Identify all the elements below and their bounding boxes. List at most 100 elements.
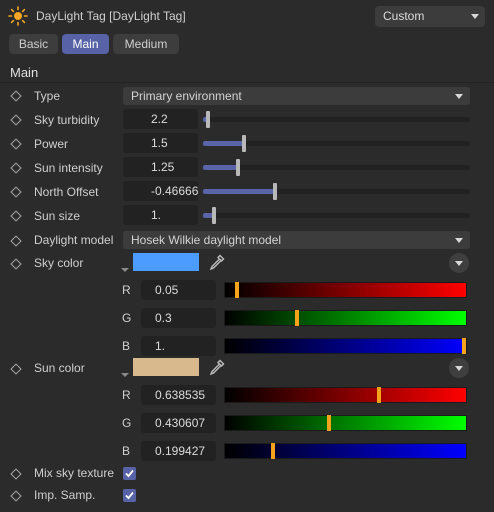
north-offset-field[interactable]: -0.466667 [123,181,198,201]
sun-intensity-field[interactable]: 1.25 [123,157,198,177]
sky-color-swatch[interactable] [133,253,199,271]
sun-size-field[interactable]: 1. [123,205,198,225]
power-slider[interactable] [203,135,470,152]
sun-g-gradient-slider[interactable] [224,415,467,431]
slider-fill [203,189,275,194]
sun-color-label: Sun color [34,361,85,375]
slider-handle[interactable] [462,338,466,354]
keyframe-diamond-icon[interactable] [10,162,22,174]
slider-handle[interactable] [212,207,216,224]
slider-fill [203,141,244,146]
sky-b-field[interactable]: 1. [141,336,216,356]
sky-r-gradient-slider[interactable] [224,282,467,298]
chevron-down-icon [455,261,463,266]
slider-handle[interactable] [295,310,299,326]
chevron-down-icon [455,366,463,371]
slider-handle[interactable] [273,183,277,200]
sun-r-gradient-slider[interactable] [224,387,467,403]
power-field[interactable]: 1.5 [123,133,198,153]
sun-b-field[interactable]: 0.199427 [141,441,216,461]
sky-color-expand-icon[interactable] [120,262,130,272]
checkmark-icon [125,469,134,478]
sun-r-value: 0.638535 [155,388,206,402]
slider-handle[interactable] [235,282,239,298]
sun-b-gradient-slider[interactable] [224,443,467,459]
sky-b-value: 1. [155,339,166,353]
sky-b-label: B [122,339,131,353]
sky-color-menu-button[interactable] [449,253,469,273]
north-offset-value: -0.466667 [151,184,198,198]
sky-turbidity-field[interactable]: 2.2 [123,109,198,129]
sky-g-gradient-slider[interactable] [224,310,467,326]
north-offset-label: North Offset [34,185,99,199]
imp-samp-checkbox[interactable] [123,489,136,502]
tab-basic[interactable]: Basic [9,34,58,54]
tag-title: DayLight Tag [DayLight Tag] [36,9,186,23]
sun-g-field[interactable]: 0.430607 [141,413,216,433]
sun-g-value: 0.430607 [155,416,206,430]
daylight-model-dropdown[interactable]: Hosek Wilkie daylight model [123,231,470,249]
sun-size-value: 1. [151,208,162,222]
daylight-model-value: Hosek Wilkie daylight model [131,233,282,247]
sun-color-expand-icon[interactable] [120,367,130,377]
sun-size-slider[interactable] [203,207,470,224]
sky-b-gradient-slider[interactable] [224,338,467,354]
power-value: 1.5 [151,136,168,150]
sky-g-value: 0.3 [155,311,172,325]
sun-r-field[interactable]: 0.638535 [141,385,216,405]
sun-intensity-value: 1.25 [151,160,175,174]
sky-g-field[interactable]: 0.3 [141,308,216,328]
slider-handle[interactable] [236,159,240,176]
sun-color-swatch[interactable] [133,358,199,376]
eyedropper-icon[interactable] [207,252,227,272]
sun-icon [8,6,28,26]
imp-samp-label: Imp. Samp. [34,488,96,502]
keyframe-diamond-icon[interactable] [10,186,22,198]
sun-size-label: Sun size [34,209,81,223]
eyedropper-icon[interactable] [207,357,227,377]
sun-g-label: G [122,416,132,430]
sun-b-value: 0.199427 [155,444,206,458]
keyframe-diamond-icon[interactable] [10,468,22,480]
mix-sky-texture-checkbox[interactable] [123,467,136,480]
slider-fill [203,165,238,170]
slider-handle[interactable] [377,387,381,403]
type-dropdown[interactable]: Primary environment [123,87,470,105]
keyframe-diamond-icon[interactable] [10,363,22,375]
sky-r-label: R [122,283,131,297]
sun-color-menu-button[interactable] [449,358,469,378]
sky-r-field[interactable]: 0.05 [141,280,216,300]
checkmark-icon [125,491,134,500]
preset-label: Custom [383,9,425,23]
keyframe-diamond-icon[interactable] [10,490,22,502]
sun-b-label: B [122,444,131,458]
section-title: Main [10,65,39,80]
keyframe-diamond-icon[interactable] [10,210,22,222]
sky-g-label: G [122,311,132,325]
keyframe-diamond-icon[interactable] [10,90,22,102]
power-label: Power [34,137,69,151]
chevron-down-icon [471,14,479,19]
sky-turbidity-label: Sky turbidity [34,113,100,127]
sun-r-label: R [122,388,131,402]
tab-main[interactable]: Main [62,34,109,54]
sky-turbidity-slider[interactable] [203,111,470,128]
slider-handle[interactable] [327,415,331,431]
sky-color-label: Sky color [34,256,84,270]
type-label: Type [34,89,61,103]
keyframe-diamond-icon[interactable] [10,235,22,247]
sun-intensity-slider[interactable] [203,159,470,176]
slider-handle[interactable] [206,111,210,128]
keyframe-diamond-icon[interactable] [10,114,22,126]
keyframe-diamond-icon[interactable] [10,258,22,270]
keyframe-diamond-icon[interactable] [10,138,22,150]
daylight-model-label: Daylight model [34,233,114,247]
preset-dropdown[interactable]: Custom [375,6,485,27]
sun-intensity-label: Sun intensity [34,161,103,175]
slider-handle[interactable] [271,443,275,459]
north-offset-slider[interactable] [203,183,470,200]
slider-handle[interactable] [242,135,246,152]
type-value: Primary environment [131,89,242,103]
sky-r-value: 0.05 [155,283,179,297]
tab-medium[interactable]: Medium [113,34,179,54]
